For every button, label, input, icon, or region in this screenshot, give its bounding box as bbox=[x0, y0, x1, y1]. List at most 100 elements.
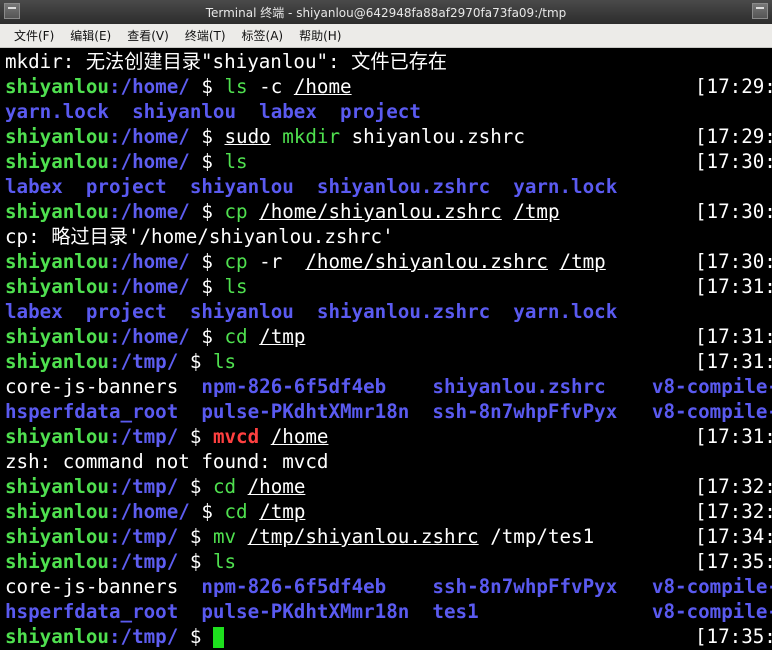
terminal-text: cp bbox=[224, 200, 248, 223]
terminal-text: $ bbox=[189, 125, 225, 148]
terminal-line: cp: 略过目录'/home/shiyanlou.zshrc' bbox=[5, 224, 394, 249]
terminal-text: core-js-banners bbox=[5, 575, 202, 598]
timestamp: [17:30:2 bbox=[695, 150, 772, 173]
terminal-line: yarn.lock shiyanlou labex project bbox=[5, 99, 421, 124]
terminal-text: /home bbox=[270, 425, 329, 448]
timestamp: [17:35:2 bbox=[695, 625, 772, 648]
terminal-text: :/home/ bbox=[108, 150, 190, 173]
terminal-line: shiyanlou:/tmp/ $ mvcd /home bbox=[5, 424, 328, 449]
terminal-text: :/home/ bbox=[108, 325, 190, 348]
terminal-text: /home/shiyanlou.zshrc bbox=[259, 200, 502, 223]
menu-file[interactable]: 文件(F) bbox=[6, 25, 62, 47]
terminal-text: hsperfdata_root pulse-PKdhtXMmr18n ssh-8… bbox=[5, 400, 772, 423]
terminal-text: $ bbox=[189, 275, 225, 298]
terminal-text: ls bbox=[224, 150, 248, 173]
timestamp: [17:30:3 bbox=[695, 200, 772, 223]
timestamp: [17:31:1 bbox=[695, 425, 772, 448]
timestamp: [17:32:1 bbox=[695, 500, 772, 523]
terminal-text: ls bbox=[212, 350, 237, 373]
terminal-text: :/tmp/ bbox=[108, 625, 179, 648]
terminal-text: $ bbox=[178, 550, 213, 573]
timestamp: [17:31:0 bbox=[695, 325, 772, 348]
menu-bar: 文件(F) 编辑(E) 查看(V) 终端(T) 标签(A) 帮助(H) bbox=[0, 24, 772, 48]
timestamp: [17:32:0 bbox=[695, 475, 772, 498]
terminal-line: shiyanlou:/home/ $ ls bbox=[5, 149, 248, 174]
terminal-line: shiyanlou:/home/ $ ls -c /home bbox=[5, 74, 352, 99]
menu-tabs[interactable]: 标签(A) bbox=[234, 25, 292, 47]
maximize-button[interactable] bbox=[752, 3, 768, 19]
terminal-text: yarn.lock shiyanlou labex project bbox=[5, 100, 421, 123]
terminal-text: :/home/ bbox=[108, 500, 190, 523]
terminal-line: labex project shiyanlou shiyanlou.zshrc … bbox=[5, 299, 617, 324]
terminal-text: :/tmp/ bbox=[108, 550, 179, 573]
terminal-text: $ bbox=[178, 625, 213, 648]
terminal-text: :/home/ bbox=[108, 75, 190, 98]
terminal-text: shiyanlou bbox=[5, 75, 109, 98]
terminal-line: shiyanlou:/home/ $ cp /home/shiyanlou.zs… bbox=[5, 199, 560, 224]
terminal-line: shiyanlou:/home/ $ ls bbox=[5, 274, 248, 299]
terminal-text: shiyanlou bbox=[5, 500, 109, 523]
terminal-text: /home bbox=[247, 475, 306, 498]
terminal-text: :/tmp/ bbox=[108, 525, 179, 548]
terminal-text: labex project shiyanlou shiyanlou.zshrc … bbox=[5, 175, 618, 198]
menu-help[interactable]: 帮助(H) bbox=[291, 25, 349, 47]
terminal-text: /tmp bbox=[259, 500, 306, 523]
timestamp: [17:30:5 bbox=[695, 250, 772, 273]
terminal-text: :/tmp/ bbox=[108, 475, 179, 498]
terminal-text: core-js-banners bbox=[5, 375, 202, 398]
terminal-text: /tmp/tes1 bbox=[478, 525, 595, 548]
terminal-text: $ bbox=[189, 150, 225, 173]
timestamp: [17:31:1 bbox=[695, 350, 772, 373]
terminal-text: npm-826-6f5df4eb ssh-8n7whpFfvPyx v8-com… bbox=[201, 575, 772, 598]
timestamp: [17:31:0 bbox=[695, 275, 772, 298]
maximize-icon bbox=[756, 7, 764, 15]
text-cursor bbox=[212, 627, 224, 648]
terminal-text: :/tmp/ bbox=[108, 350, 179, 373]
menu-terminal[interactable]: 终端(T) bbox=[177, 25, 234, 47]
terminal-text: shiyanlou bbox=[5, 125, 109, 148]
terminal-line: zsh: command not found: mvcd bbox=[5, 449, 328, 474]
terminal-line: shiyanlou:/tmp/ $ ls bbox=[5, 549, 236, 574]
terminal-line: shiyanlou:/home/ $ cd /tmp bbox=[5, 499, 305, 524]
terminal-line: shiyanlou:/home/ $ cp -r /home/shiyanlou… bbox=[5, 249, 606, 274]
terminal-text: $ bbox=[189, 75, 225, 98]
menu-edit[interactable]: 编辑(E) bbox=[62, 25, 119, 47]
terminal-text: cd bbox=[212, 475, 237, 498]
terminal-text: cp: 略过目录'/home/shiyanlou.zshrc' bbox=[5, 225, 394, 248]
terminal-text: $ bbox=[178, 475, 213, 498]
terminal-text: $ bbox=[178, 525, 213, 548]
terminal-text: :/tmp/ bbox=[108, 425, 179, 448]
terminal-text: shiyanlou bbox=[5, 250, 109, 273]
terminal-text: shiyanlou bbox=[5, 550, 109, 573]
terminal-line: shiyanlou:/tmp/ $ mv /tmp/shiyanlou.zshr… bbox=[5, 524, 594, 549]
terminal-line: shiyanlou:/home/ $ cd /tmp bbox=[5, 324, 305, 349]
terminal-text: shiyanlou bbox=[5, 475, 109, 498]
terminal-output[interactable]: mkdir: 无法创建目录"shiyanlou": 文件已存在 shiyanlou… bbox=[0, 49, 772, 650]
timestamp: [17:35:2 bbox=[695, 550, 772, 573]
terminal-line: shiyanlou:/tmp/ $ bbox=[5, 624, 224, 649]
terminal-line: shiyanlou:/tmp/ $ cd /home bbox=[5, 474, 305, 499]
window-title: Terminal 终端 - shiyanlou@642948fa88af2970… bbox=[205, 6, 567, 20]
title-bar[interactable]: Terminal 终端 - shiyanlou@642948fa88af2970… bbox=[0, 0, 772, 24]
terminal-text: shiyanlou bbox=[5, 150, 109, 173]
terminal-line: hsperfdata_root pulse-PKdhtXMmr18n ssh-8… bbox=[5, 399, 772, 424]
terminal-text: /home/shiyanlou.zshrc bbox=[305, 250, 548, 273]
timestamp: [17:29:2 bbox=[695, 75, 772, 98]
terminal-line: core-js-banners npm-826-6f5df4eb shiyanl… bbox=[5, 374, 772, 399]
terminal-text: /tmp bbox=[559, 250, 606, 273]
terminal-text: ls bbox=[212, 550, 237, 573]
terminal-text: /tmp/shiyanlou.zshrc bbox=[247, 525, 479, 548]
terminal-text: /home bbox=[293, 75, 352, 98]
menu-view[interactable]: 查看(V) bbox=[119, 25, 177, 47]
terminal-text: mvcd bbox=[212, 425, 260, 448]
terminal-text: shiyanlou bbox=[5, 625, 109, 648]
terminal-text: $ bbox=[178, 350, 213, 373]
terminal-text: :/home/ bbox=[108, 275, 190, 298]
timestamp: [17:34:5 bbox=[695, 525, 772, 548]
terminal-line: shiyanlou:/tmp/ $ ls bbox=[5, 349, 236, 374]
terminal-text: mkdir bbox=[282, 125, 341, 148]
